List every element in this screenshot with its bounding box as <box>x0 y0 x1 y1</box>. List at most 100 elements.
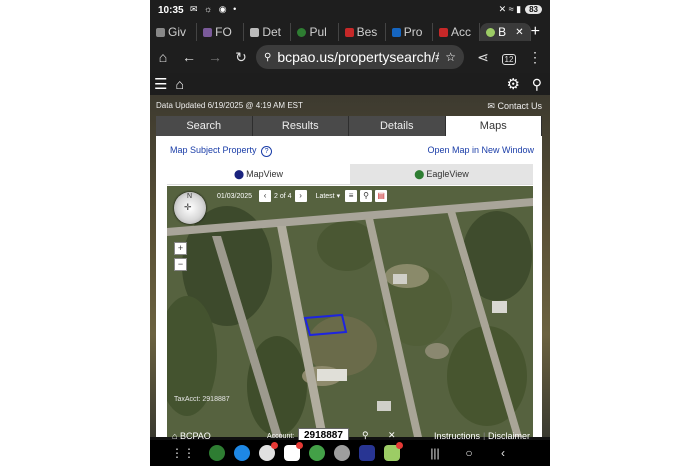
tab-favicon-icon <box>438 27 448 37</box>
eagleview-label: EagleView <box>426 169 469 179</box>
contact-us-link[interactable]: ✉ Contact Us <box>487 101 542 112</box>
gmail-app-icon[interactable] <box>259 442 278 461</box>
layers-icon[interactable]: ≡ <box>345 190 358 202</box>
latest-dropdown[interactable]: Latest ▾ <box>316 192 341 200</box>
next-date-button[interactable]: › <box>294 190 307 202</box>
map-subject-label: Map Subject Property <box>170 145 257 155</box>
notification-icons: ✉ ☼ ◉ • <box>190 4 239 14</box>
tab-results[interactable]: Results <box>252 116 349 136</box>
imagery-page: 2 of 4 <box>274 192 292 200</box>
tab-label: FO <box>215 25 232 39</box>
camera-app-icon[interactable] <box>334 445 350 461</box>
tab-label: Pul <box>309 25 327 39</box>
tab-label: Acc <box>450 25 471 39</box>
gear-icon[interactable]: ⚙ <box>507 75 520 93</box>
home-icon[interactable]: ⌂ <box>150 49 176 65</box>
browser-tab-strip: Giv FO Det Pul Bes Pro Acc B ✕ + <box>150 22 550 42</box>
recents-button[interactable]: ||| <box>418 446 452 460</box>
url-text: bcpao.us/propertysearch/#/ <box>277 49 440 65</box>
signal-icons: ✕ ≈ ▮ <box>498 4 522 14</box>
latest-label: Latest <box>315 193 335 200</box>
browser-tab-active[interactable]: B ✕ <box>480 23 531 41</box>
tab-favicon-icon <box>391 27 401 37</box>
battery-icon: 83 <box>525 5 542 14</box>
browser-tab[interactable]: Giv <box>150 23 198 41</box>
browser-tab[interactable]: Pro <box>386 23 433 41</box>
map-subject-link[interactable]: Map Subject Property ? <box>170 145 273 157</box>
prev-date-button[interactable]: ‹ <box>259 190 272 202</box>
notification-badge <box>271 442 278 449</box>
back-arrow-icon[interactable]: ← <box>176 49 202 65</box>
imagery-date: 01/03/2025 <box>217 192 253 200</box>
android-app-icon[interactable] <box>384 442 403 461</box>
bookmark-star-icon[interactable]: ☆ <box>445 50 456 64</box>
browser-tab[interactable]: Pul <box>291 23 339 41</box>
close-tab-icon[interactable]: ✕ <box>515 27 523 38</box>
notification-badge <box>296 442 303 449</box>
tab-search[interactable]: Search <box>156 116 253 136</box>
zoom-in-button[interactable]: + <box>174 242 187 255</box>
tab-label: Giv <box>168 25 186 39</box>
forward-arrow-icon[interactable]: → <box>202 49 228 65</box>
page-content: Data Updated 6/19/2025 @ 4:19 AM EST ✉ C… <box>150 95 550 437</box>
phone-screen: 10:35 ✉ ☼ ◉ • ✕ ≈ ▮ 83 Giv FO Det Pul Be… <box>150 0 550 466</box>
aerial-map[interactable]: N ✛ + − 01/03/2025 ‹ 2 of 4 › Latest ▾ ≡… <box>167 186 533 437</box>
whatsapp-app-icon[interactable] <box>309 445 325 461</box>
imagery-date-control: 01/03/2025 ‹ 2 of 4 › Latest ▾ ≡ ⚲ ▤ <box>217 190 388 202</box>
status-right: ✕ ≈ ▮ 83 <box>499 4 542 15</box>
property-tabs: Search Results Details Maps <box>156 116 542 136</box>
tab-mapview[interactable]: ⬤ MapView <box>167 164 350 184</box>
more-menu-icon[interactable]: ⋮ <box>522 49 548 66</box>
tab-favicon-icon <box>344 27 354 37</box>
phone-app-icon[interactable] <box>209 445 225 461</box>
new-tab-button[interactable]: + <box>531 23 550 41</box>
zoom-out-button[interactable]: − <box>174 258 187 271</box>
help-icon[interactable]: ? <box>261 146 273 157</box>
pdf-icon[interactable]: ▤ <box>375 190 388 202</box>
browser-tab[interactable]: Det <box>244 23 292 41</box>
tab-eagleview[interactable]: ⬤ EagleView <box>350 164 533 184</box>
tab-favicon-icon <box>250 27 260 37</box>
account-label: Account: <box>267 433 295 440</box>
tab-favicon-icon <box>297 27 307 37</box>
compass-north: N <box>187 193 193 200</box>
share-icon[interactable]: ⋖ <box>470 49 496 66</box>
tab-switcher-button[interactable]: 12 <box>496 49 522 65</box>
open-map-link[interactable]: Open Map in New Window <box>427 145 534 155</box>
home-button[interactable]: ○ <box>452 446 486 460</box>
app-drawer-icon[interactable]: ⋮⋮ <box>166 446 200 460</box>
menu-icon[interactable]: ☰ <box>154 75 167 93</box>
back-button[interactable]: ‹ <box>486 446 520 460</box>
map-links: Map Subject Property ? Open Map in New W… <box>170 145 534 157</box>
tab-label: B <box>498 25 507 39</box>
map-pin-icon: ⬤ <box>414 168 425 179</box>
app-icon[interactable] <box>359 445 375 461</box>
pin-tool-icon[interactable]: ⚲ <box>360 190 373 202</box>
tab-favicon-icon <box>486 27 496 37</box>
browser-tab[interactable]: FO <box>197 23 245 41</box>
data-updated-text: Data Updated 6/19/2025 @ 4:19 AM EST <box>156 101 303 110</box>
compass-arrows-icon: ✛ <box>184 202 192 212</box>
address-bar[interactable]: ⚲ bcpao.us/propertysearch/#/ ☆ <box>256 45 464 69</box>
browser-tab[interactable]: Bes <box>339 23 386 41</box>
envelope-icon: ✉ <box>487 101 495 111</box>
site-home-icon[interactable]: ⌂ <box>175 76 183 92</box>
search-icon[interactable]: ⚲ <box>532 76 542 93</box>
tab-label: Det <box>262 25 281 39</box>
data-updated-bar: Data Updated 6/19/2025 @ 4:19 AM EST ✉ C… <box>156 101 542 113</box>
site-settings-icon[interactable]: ⚲ <box>264 52 271 63</box>
messages-app-icon[interactable] <box>234 445 250 461</box>
tab-maps[interactable]: Maps <box>445 116 542 136</box>
tax-account-label: TaxAcct: 2918887 <box>174 396 230 403</box>
status-time: 10:35 <box>158 5 184 16</box>
mapview-label: MapView <box>246 169 283 179</box>
tab-label: Bes <box>356 25 378 39</box>
compass-control[interactable]: N ✛ <box>174 192 206 224</box>
browser-tab[interactable]: Acc <box>433 23 481 41</box>
browser-toolbar: ⌂ ← → ↻ ⚲ bcpao.us/propertysearch/#/ ☆ ⋖… <box>150 42 550 72</box>
tab-favicon-icon <box>156 27 165 37</box>
tab-count: 12 <box>501 54 517 65</box>
reload-icon[interactable]: ↻ <box>228 49 254 66</box>
tab-details[interactable]: Details <box>349 116 446 136</box>
calendar-app-icon[interactable] <box>284 442 303 461</box>
